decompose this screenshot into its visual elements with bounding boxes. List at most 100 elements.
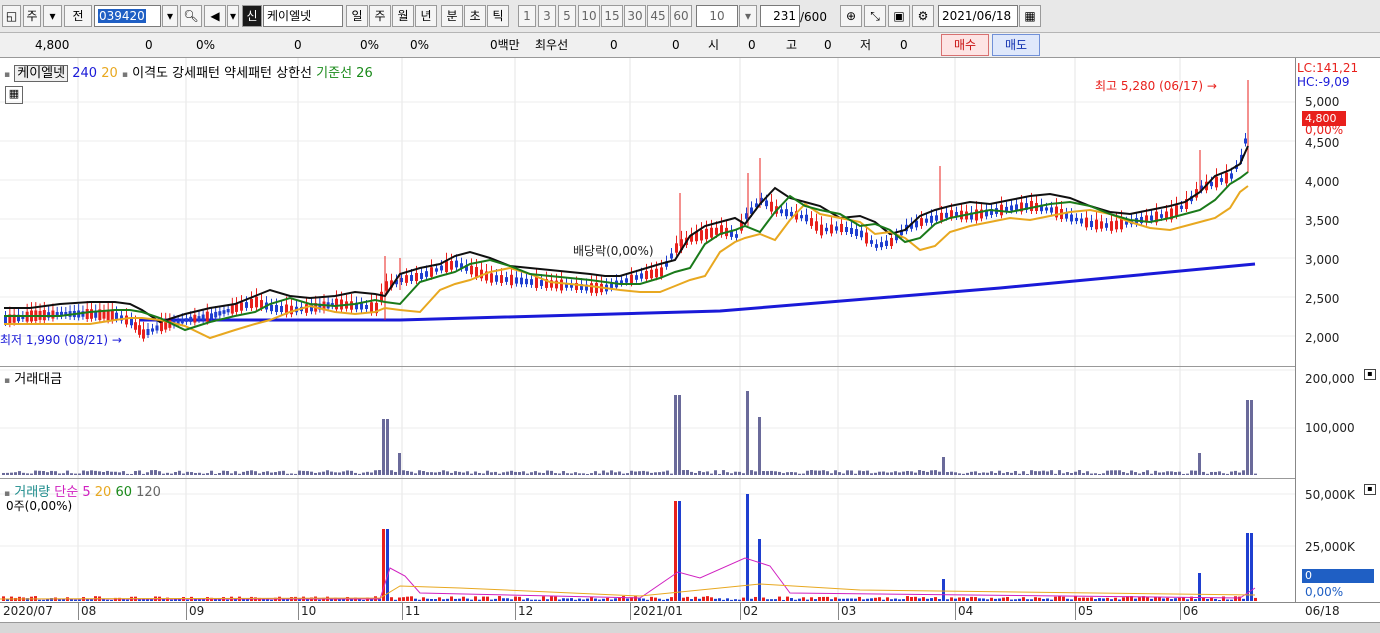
period-tab-minute[interactable]: 분	[441, 5, 463, 27]
buy-button[interactable]: 매수	[941, 34, 989, 56]
amount-maximize-icon[interactable]: ▪	[1364, 369, 1376, 380]
amount-bar	[950, 471, 953, 475]
amount-bar	[410, 471, 413, 475]
interval-dropdown-icon[interactable]: ▾	[739, 5, 757, 27]
amount-bar	[938, 471, 941, 475]
volume-bar	[722, 599, 725, 601]
window-icon[interactable]: ◱	[2, 5, 21, 27]
volume-bar	[766, 599, 769, 601]
interval-1[interactable]: 1	[518, 5, 536, 27]
stock-chart[interactable]	[0, 58, 1295, 602]
amount-bar	[306, 471, 309, 475]
interval-45[interactable]: 45	[647, 5, 669, 27]
stock-code-input[interactable]: 039420	[94, 5, 161, 27]
amount-bar	[1194, 470, 1197, 475]
candle-body	[214, 311, 218, 318]
volume-bar	[390, 597, 393, 601]
period-tab-year[interactable]: 년	[415, 5, 437, 27]
amount-bar	[118, 472, 121, 475]
amount-bar	[574, 472, 577, 475]
x-axis-label: 04	[958, 604, 974, 618]
save-icon[interactable]: ▣	[888, 5, 910, 27]
speaker-dropdown-icon[interactable]: ▾	[227, 5, 239, 27]
date-input[interactable]: 2021/06/18	[938, 5, 1018, 27]
volume-bar	[482, 596, 485, 601]
interval-3[interactable]: 3	[538, 5, 556, 27]
prev-button[interactable]: 전	[64, 5, 92, 27]
type-selector[interactable]: 주	[23, 5, 41, 27]
stock-name-field[interactable]: 케이엘넷	[263, 5, 343, 27]
x-axis-tick	[78, 602, 79, 620]
volume-bar	[1050, 599, 1053, 601]
gear-icon[interactable]: ⚙	[912, 5, 934, 27]
period-tab-day[interactable]: 일	[346, 5, 368, 27]
volume-bar	[486, 596, 489, 601]
volume-bar	[694, 596, 697, 601]
volume-maximize-icon[interactable]: ▪	[1364, 484, 1376, 495]
volume-bar	[958, 597, 961, 601]
legend-indicator-disparity: 이격도	[132, 66, 169, 81]
period-tab-week[interactable]: 주	[369, 5, 391, 27]
candle-body	[102, 311, 106, 319]
candle-body	[1090, 220, 1093, 228]
calendar-icon[interactable]: ▦	[1019, 5, 1041, 27]
volume-bar	[42, 599, 45, 601]
candle-body	[915, 220, 918, 228]
x-axis	[0, 602, 1380, 622]
amount-bar	[302, 470, 305, 475]
amount-bar	[1162, 472, 1165, 475]
amount-bar	[898, 472, 901, 475]
amount-bar	[990, 471, 993, 475]
amount-bar	[126, 473, 129, 475]
interval-30[interactable]: 30	[624, 5, 646, 27]
amount-bar	[786, 472, 789, 475]
amount-bar	[1146, 470, 1149, 475]
candle-body	[1050, 207, 1053, 213]
amount-bar	[902, 471, 905, 475]
amount-bar	[1102, 473, 1105, 475]
x-axis-tick	[630, 602, 631, 620]
amount-bar	[66, 470, 69, 475]
interval-input[interactable]: 10	[696, 5, 738, 27]
interval-15[interactable]: 15	[601, 5, 623, 27]
interval-5[interactable]: 5	[558, 5, 576, 27]
table-icon[interactable]: ▦	[5, 86, 23, 104]
volume-bar	[1218, 599, 1221, 601]
volume-bar	[1018, 598, 1021, 601]
scrollbar[interactable]	[0, 622, 1380, 633]
volume-bar	[826, 596, 829, 601]
crosshair-icon[interactable]: ⊕	[840, 5, 862, 27]
amount-bar	[62, 473, 65, 475]
volume-bar	[750, 598, 753, 601]
period-tab-second[interactable]: 초	[464, 5, 486, 27]
amount-bar	[862, 471, 865, 475]
volume-bar	[1114, 597, 1117, 601]
amount-bar	[522, 471, 525, 475]
candle-body	[1115, 220, 1118, 230]
candle-body	[1005, 206, 1008, 212]
zoom-icon[interactable]: ⤡	[864, 5, 886, 27]
legend-stock-name[interactable]: 케이엘넷	[14, 65, 69, 82]
type-dropdown-icon[interactable]: ▾	[43, 5, 62, 27]
sell-button[interactable]: 매도	[992, 34, 1040, 56]
period-tab-month[interactable]: 월	[392, 5, 414, 27]
amount-bar	[546, 470, 549, 475]
amount-bar	[378, 470, 381, 475]
amount-bar	[934, 470, 937, 475]
amount-bar	[962, 473, 965, 475]
period-tab-second-label: 초	[469, 9, 481, 23]
search-icon[interactable]: 🔍︎	[180, 5, 202, 27]
speaker-icon[interactable]: ◀	[204, 5, 226, 27]
count-input[interactable]: 231	[760, 5, 800, 27]
period-tab-tick[interactable]: 틱	[487, 5, 509, 27]
interval-10[interactable]: 10	[578, 5, 600, 27]
volume-bar	[74, 599, 77, 601]
volume-bar	[842, 598, 845, 601]
candle-body	[865, 232, 868, 244]
code-dropdown-icon[interactable]: ▾	[162, 5, 178, 27]
amount-bar	[882, 471, 885, 475]
new-badge-label: 신	[246, 9, 258, 23]
amount-bar	[1126, 473, 1129, 475]
interval-60[interactable]: 60	[670, 5, 692, 27]
candle-body	[475, 267, 478, 277]
